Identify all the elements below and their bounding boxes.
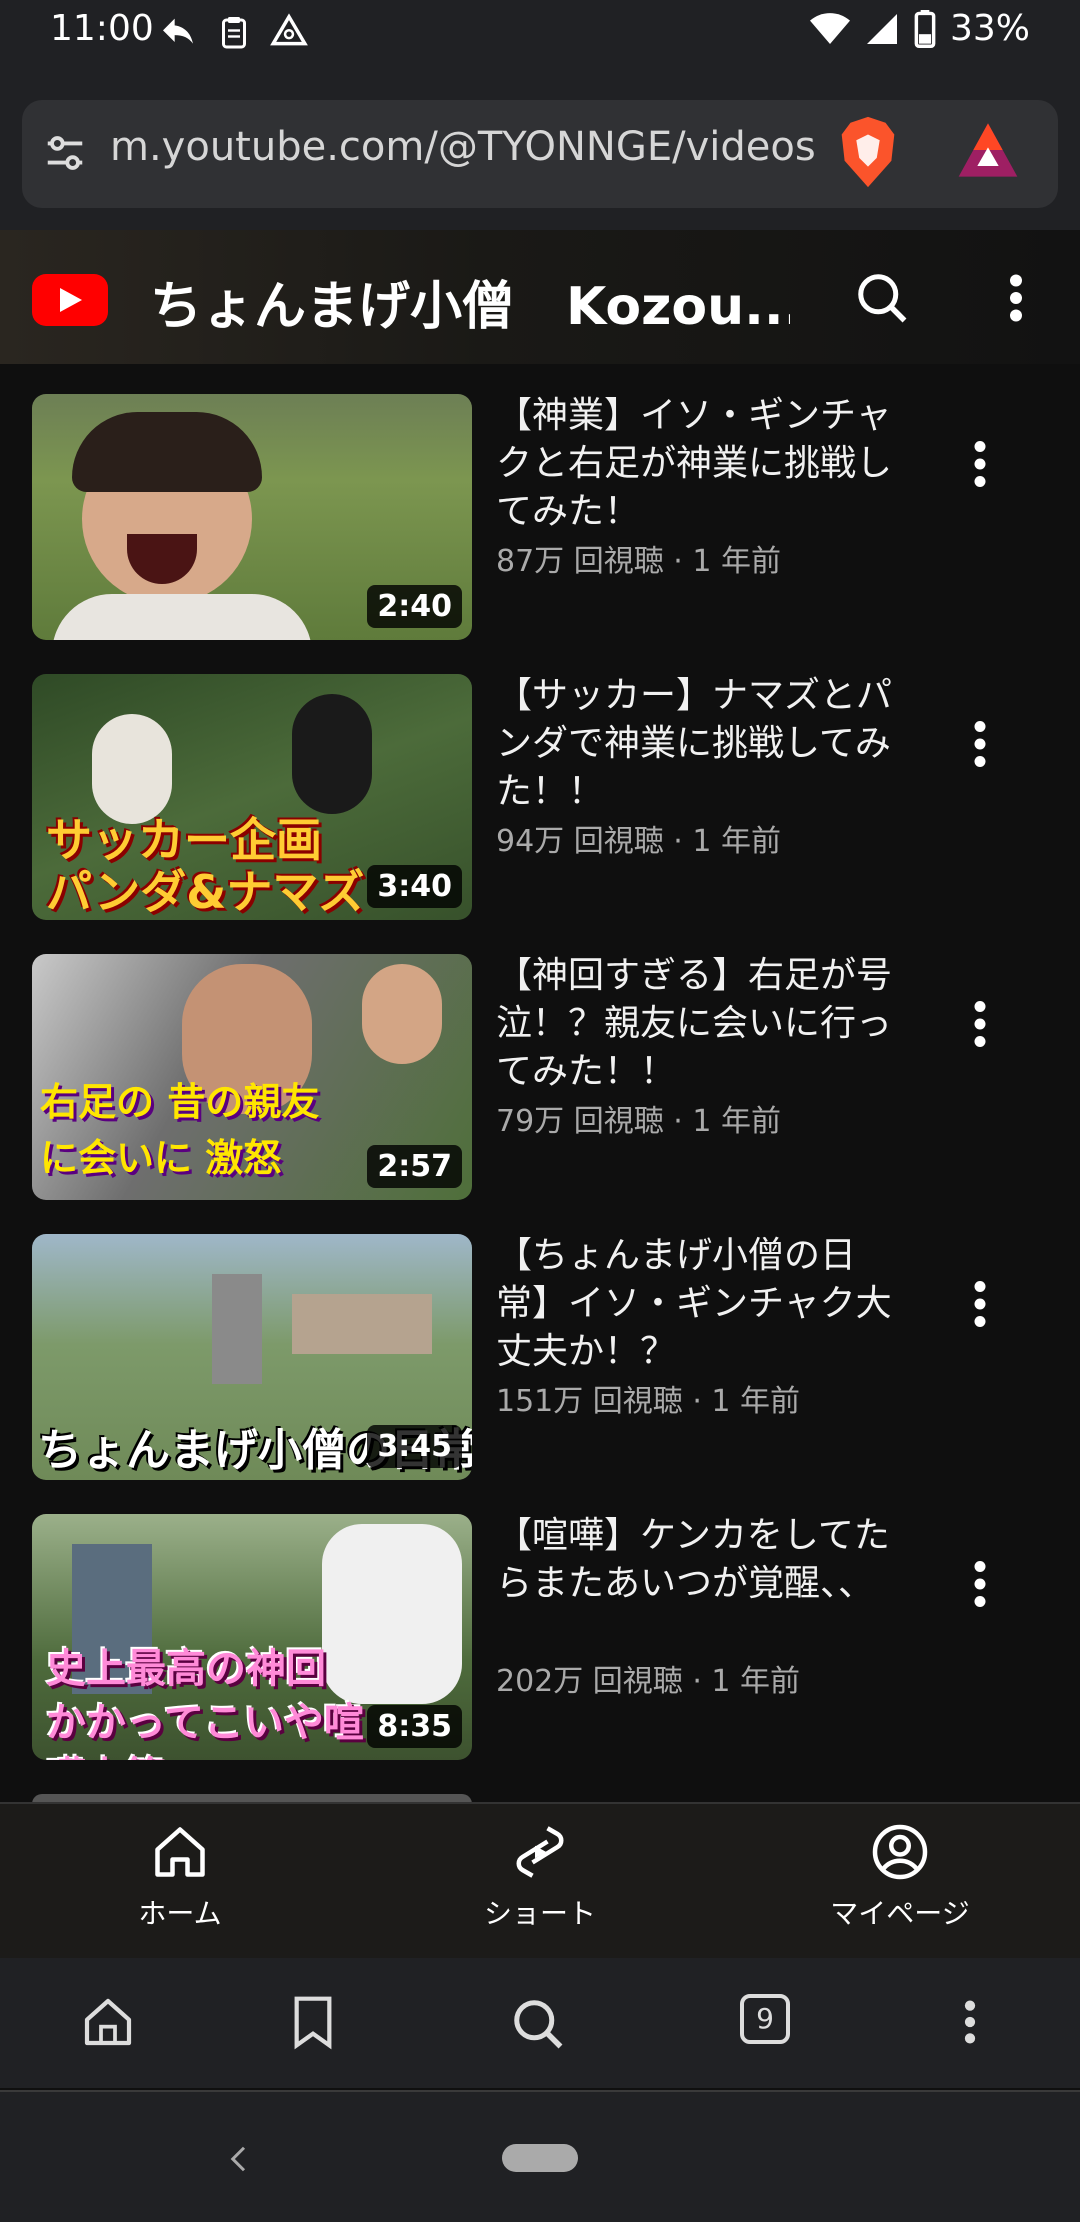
nav-home-label: ホーム [138, 1897, 222, 1930]
nav-my-page[interactable]: マイページ [780, 1822, 1020, 1932]
video-title[interactable]: 【喧嘩】ケンカをしてたらまたあいつが覚醒、、 [496, 1512, 896, 1608]
clipboard-icon [222, 17, 246, 49]
shorts-icon [516, 1826, 564, 1878]
video-item[interactable]: 史上最高の神回 かかってこいや喧嘩上等 8:35 【喧嘩】ケンカをしてたらまたあ… [0, 1484, 1080, 1764]
video-meta: 94万 回視聴 · 1 年前 [496, 824, 781, 859]
video-thumbnail[interactable]: サッカー企画 パンダ&ナマズ 3:40 [32, 674, 472, 920]
account-icon [872, 1824, 928, 1880]
video-duration: 2:40 [367, 585, 462, 628]
reply-icon [163, 18, 193, 44]
browser-toolbar: 9 [0, 1958, 1080, 2088]
nav-home[interactable]: ホーム [60, 1822, 300, 1932]
video-title[interactable]: 【ちょんまげ小僧の日常】イソ・ギンチャク大丈夫か！？ [496, 1232, 896, 1376]
more-vert-icon[interactable] [950, 1994, 990, 2050]
video-item[interactable]: サッカー企画 パンダ&ナマズ 3:40 【サッカー】ナマズとパンダで神業に挑戦し… [0, 644, 1080, 924]
url-text[interactable]: m.youtube.com/@TYONNGE/videos [110, 124, 834, 170]
video-title[interactable]: 【サッカー】ナマズとパンダで神業に挑戦してみた！！ [496, 672, 896, 816]
bookmark-icon[interactable] [288, 1994, 338, 2050]
video-duration: 3:45 [367, 1425, 462, 1468]
nav-shorts[interactable]: ショート [420, 1822, 660, 1932]
status-bar: 11:00 33% [0, 0, 1080, 66]
more-vert-icon[interactable] [960, 434, 1000, 494]
video-duration: 3:40 [367, 865, 462, 908]
video-duration: 8:35 [367, 1705, 462, 1748]
youtube-header: ちょんまげ小僧 Kozou... [0, 230, 1080, 364]
signal-icon [866, 13, 897, 44]
search-icon[interactable] [852, 268, 912, 328]
nav-my-page-label: マイページ [830, 1897, 970, 1930]
battery-icon [914, 9, 936, 48]
more-vert-icon[interactable] [996, 268, 1036, 328]
more-vert-icon[interactable] [960, 714, 1000, 774]
video-title[interactable]: 【神回すぎる】右足が号泣！？親友に会いに行ってみた！！ [496, 952, 896, 1096]
search-icon[interactable] [508, 1994, 568, 2054]
tune-icon[interactable] [42, 130, 88, 176]
more-vert-icon[interactable] [960, 1554, 1000, 1614]
video-meta: 79万 回視聴 · 1 年前 [496, 1104, 781, 1139]
video-duration: 2:57 [367, 1145, 462, 1188]
bat-rewards-icon[interactable] [956, 118, 1020, 182]
status-time: 11:00 [50, 8, 154, 49]
home-icon [155, 1827, 205, 1877]
tabs-icon[interactable]: 9 [740, 1994, 790, 2044]
browser-address-bar: m.youtube.com/@TYONNGE/videos [0, 66, 1080, 230]
video-thumbnail[interactable]: 右足の 昔の親友に会いに 激怒 2:57 [32, 954, 472, 1200]
video-title[interactable]: 【神業】イソ・ギンチャクと右足が神業に挑戦してみた！ [496, 392, 896, 536]
home-gesture-pill[interactable] [502, 2144, 578, 2172]
url-field[interactable]: m.youtube.com/@TYONNGE/videos [22, 100, 1058, 208]
youtube-logo[interactable] [32, 274, 108, 326]
more-vert-icon[interactable] [960, 994, 1000, 1054]
video-meta: 87万 回視聴 · 1 年前 [496, 544, 781, 579]
more-vert-icon[interactable] [960, 1274, 1000, 1334]
system-navigation-bar [0, 2090, 1080, 2222]
home-icon[interactable] [80, 1994, 136, 2050]
video-item[interactable]: 右足の 昔の親友に会いに 激怒 2:57 【神回すぎる】右足が号泣！？親友に会い… [0, 924, 1080, 1204]
video-thumbnail[interactable]: 2:40 [32, 394, 472, 640]
video-meta: 202万 回視聴 · 1 年前 [496, 1664, 801, 1699]
video-thumbnail[interactable]: ちょんまげ小僧の日常2 3:45 [32, 1234, 472, 1480]
video-thumbnail[interactable]: 史上最高の神回 かかってこいや喧嘩上等 8:35 [32, 1514, 472, 1760]
battery-percentage: 33% [949, 8, 1030, 49]
brave-shield-icon[interactable] [832, 114, 904, 190]
video-meta: 151万 回視聴 · 1 年前 [496, 1384, 801, 1419]
channel-name: ちょんまげ小僧 Kozou... [150, 277, 790, 337]
thumbnail-caption: 史上最高の神回 かかってこいや喧嘩上等 [46, 1646, 364, 1760]
youtube-bottom-nav: ホーム ショート マイページ [0, 1802, 1080, 1958]
back-icon[interactable] [224, 2144, 254, 2174]
video-item[interactable]: 2:40 【神業】イソ・ギンチャクと右足が神業に挑戦してみた！ 87万 回視聴 … [0, 364, 1080, 644]
video-item[interactable]: ちょんまげ小僧の日常2 3:45 【ちょんまげ小僧の日常】イソ・ギンチャク大丈夫… [0, 1204, 1080, 1484]
triangle-warning-icon [270, 13, 308, 46]
thumbnail-caption: 右足の 昔の親友に会いに 激怒 [40, 1080, 320, 1180]
wifi-icon [809, 12, 850, 44]
nav-shorts-label: ショート [483, 1897, 596, 1930]
thumbnail-caption: サッカー企画 パンダ&ナマズ [46, 813, 365, 919]
